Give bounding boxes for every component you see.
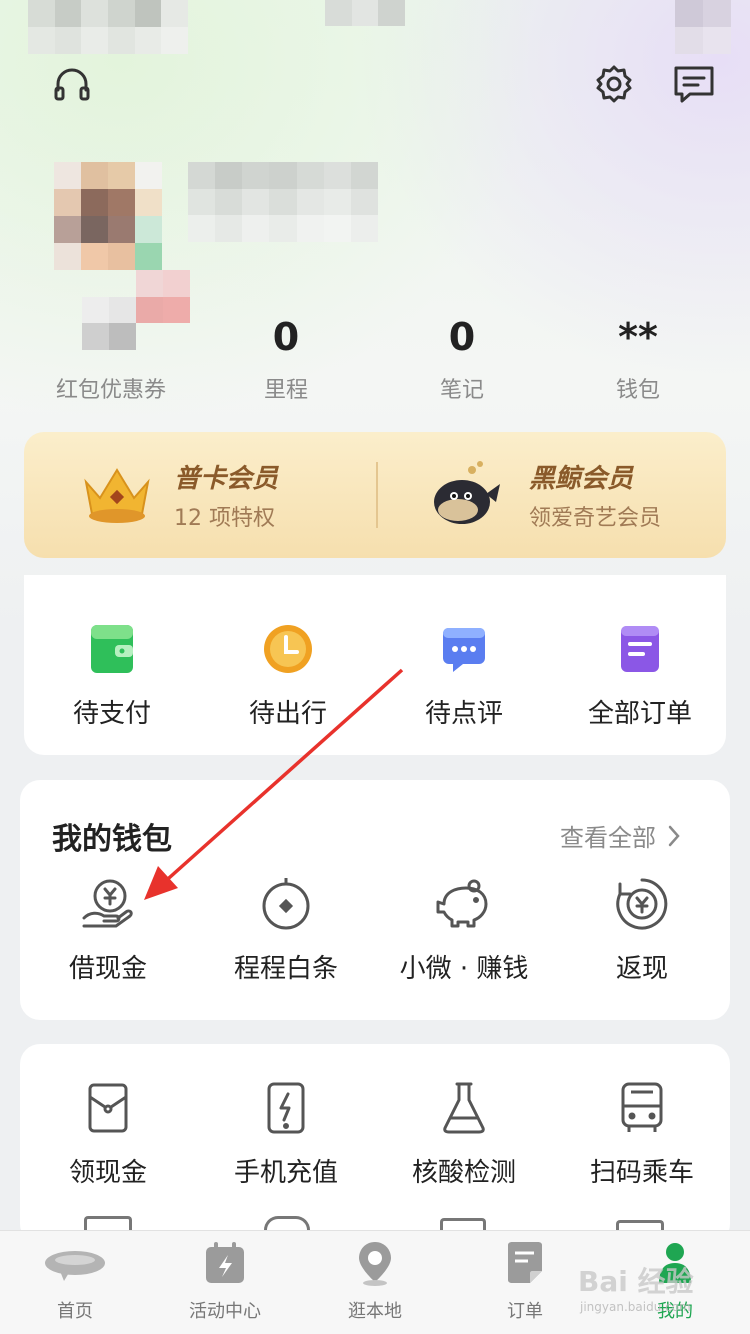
list-icon <box>610 619 670 679</box>
vip-basic-title[interactable]: 普卡会员 <box>174 458 278 495</box>
flask-icon <box>434 1078 494 1138</box>
bus-icon <box>612 1078 672 1138</box>
service-scan-ride[interactable]: 扫码乘车 <box>554 1078 730 1189</box>
stat-value <box>36 312 186 362</box>
username-blur <box>188 162 378 242</box>
nav-local[interactable]: 逛本地 <box>300 1231 450 1334</box>
home-icon <box>42 1241 108 1285</box>
service-label: 核酸检测 <box>411 1158 516 1188</box>
envelope-icon <box>78 1078 138 1138</box>
vip-basic-subtitle: 12 项特权 <box>174 506 275 531</box>
nav-label: 首页 <box>57 1301 93 1322</box>
wallet-label: 返现 <box>615 954 668 984</box>
status-bar-blur <box>28 0 188 54</box>
cashback-icon <box>612 874 672 934</box>
vip-black-whale-subtitle: 领爱奇艺会员 <box>529 506 662 531</box>
settings-icon[interactable] <box>592 62 636 106</box>
activity-icon <box>203 1241 247 1285</box>
status-bar-blur-mid <box>325 0 405 26</box>
stat-value: 0 <box>272 315 300 359</box>
nav-label: 订单 <box>507 1301 543 1322</box>
nav-label: 逛本地 <box>348 1301 402 1322</box>
wallet-label: 程程白条 <box>233 954 338 984</box>
see-all-label: 查看全部 <box>560 824 656 852</box>
message-icon[interactable] <box>672 62 716 106</box>
wallet-label: 小微 · 赚钱 <box>399 954 529 984</box>
annotation-arrow <box>144 668 404 900</box>
stat-label: 红包优惠券 <box>55 378 166 403</box>
services-card: 领现金 手机充值 核酸检测 扫码乘车 <box>20 1044 730 1244</box>
service-label: 领现金 <box>68 1158 147 1188</box>
service-get-cash[interactable]: 领现金 <box>20 1078 196 1189</box>
nav-label: 活动中心 <box>189 1301 261 1322</box>
chevron-right-icon <box>668 825 680 846</box>
location-icon <box>353 1241 397 1286</box>
phone-charge-icon <box>256 1078 316 1138</box>
service-label: 扫码乘车 <box>589 1158 694 1188</box>
crown-icon[interactable] <box>80 462 154 528</box>
vip-black-whale-title[interactable]: 黑鲸会员 <box>529 458 633 495</box>
see-all-link[interactable]: 查看全部 <box>560 818 684 853</box>
nav-home[interactable]: 首页 <box>0 1231 150 1334</box>
stat-value: ** <box>618 315 658 359</box>
vip-card: 普卡会员 12 项特权 黑鲸会员 领爱奇艺会员 <box>24 432 726 558</box>
stat-mileage[interactable]: 0 里程 <box>211 312 361 404</box>
avatar[interactable] <box>54 162 162 270</box>
cash-hand-icon <box>78 874 138 934</box>
order-all[interactable]: 全部订单 <box>552 619 728 730</box>
watermark-url: jingyan.baidu.com <box>580 1300 691 1314</box>
watermark-brand: Bai 经验 <box>578 1265 694 1298</box>
wallet-cashback[interactable]: 返现 <box>554 874 730 985</box>
stat-coupons[interactable]: 红包优惠券 <box>36 312 186 404</box>
service-phone-recharge[interactable]: 手机充值 <box>198 1078 374 1189</box>
stat-value: 0 <box>448 315 476 359</box>
piggy-bank-icon <box>434 874 494 934</box>
wallet-label: 借现金 <box>68 954 147 984</box>
order-label: 全部订单 <box>587 699 692 729</box>
customer-service-icon[interactable] <box>50 62 94 106</box>
stat-label: 钱包 <box>615 378 660 403</box>
nav-activity[interactable]: 活动中心 <box>150 1231 300 1334</box>
order-icon <box>503 1241 547 1285</box>
vip-divider <box>376 462 378 528</box>
whale-icon[interactable] <box>428 456 502 530</box>
status-bar-blur-right <box>675 0 731 54</box>
stat-notes[interactable]: 0 笔记 <box>387 312 537 404</box>
chat-icon <box>434 619 494 679</box>
service-label: 手机充值 <box>233 1158 338 1188</box>
stat-wallet[interactable]: ** 钱包 <box>563 312 713 404</box>
stat-label: 里程 <box>263 378 308 403</box>
stat-label: 笔记 <box>439 378 484 403</box>
service-nucleic-test[interactable]: 核酸检测 <box>376 1078 552 1189</box>
